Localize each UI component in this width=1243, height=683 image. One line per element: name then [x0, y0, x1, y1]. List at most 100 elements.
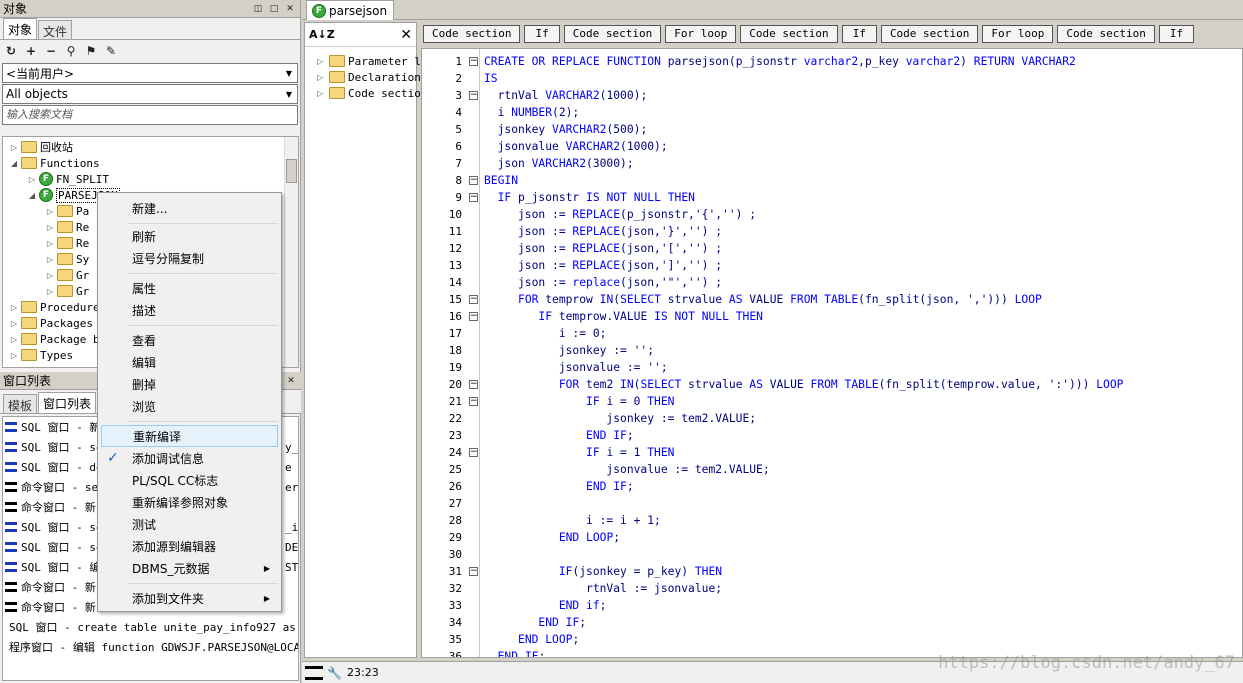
section-button[interactable]: Code section	[563, 25, 662, 43]
code-line[interactable]: IS	[484, 70, 498, 87]
menu-item[interactable]: 重新编译	[101, 425, 278, 447]
code-line[interactable]: CREATE OR REPLACE FUNCTION parsejson(p_j…	[484, 53, 1076, 70]
code-line[interactable]: rtnVal VARCHAR2(1000);	[484, 87, 648, 104]
tab-files[interactable]: 文件	[38, 20, 73, 39]
code-line[interactable]: END LOOP;	[484, 631, 579, 648]
fold-toggle-icon[interactable]: −	[469, 193, 478, 202]
expander-icon[interactable]: ▷	[9, 303, 19, 312]
menu-item[interactable]: 描述	[101, 299, 278, 321]
tree-node[interactable]: ▷ Gr	[45, 267, 89, 283]
pin-icon[interactable]: ◫	[252, 3, 264, 15]
expander-icon[interactable]: ▷	[317, 73, 327, 82]
expander-icon[interactable]: ◢	[9, 159, 19, 168]
user-select[interactable]: <当前用户> ▼	[2, 63, 298, 83]
close-icon[interactable]: ✕	[400, 27, 412, 43]
sort-az-icon[interactable]: A↓Z	[309, 28, 400, 41]
refresh-icon[interactable]: ↻	[4, 44, 18, 58]
expander-icon[interactable]: ▷	[45, 239, 55, 248]
remove-icon[interactable]: −	[44, 44, 58, 58]
tree-node[interactable]: ▷ F FN_SPLIT	[27, 171, 109, 187]
section-button[interactable]: If	[1158, 25, 1195, 43]
code-line[interactable]: END IF;	[484, 427, 634, 444]
expander-icon[interactable]: ▷	[9, 143, 19, 152]
code-line[interactable]: json := REPLACE(json,']','') ;	[484, 257, 722, 274]
menu-item[interactable]: ✓ 添加调试信息	[101, 447, 278, 469]
menu-item[interactable]: 查看	[101, 329, 278, 351]
fold-toggle-icon[interactable]: −	[469, 380, 478, 389]
code-line[interactable]: i := i + 1;	[484, 512, 661, 529]
tree-node[interactable]: ▷ Re	[45, 219, 89, 235]
tab-templates[interactable]: 模板	[3, 394, 38, 413]
tree-node[interactable]: ▷ Sy	[45, 251, 89, 267]
menu-item[interactable]: 编辑	[101, 351, 278, 373]
expander-icon[interactable]: ▷	[317, 89, 327, 98]
section-button[interactable]: If	[524, 25, 560, 43]
section-button[interactable]: Code section	[423, 25, 521, 43]
code-line[interactable]: BEGIN	[484, 172, 518, 189]
expander-icon[interactable]: ▷	[317, 57, 327, 66]
binoculars-icon[interactable]: ⚲	[64, 44, 78, 58]
fold-toggle-icon[interactable]: −	[469, 567, 478, 576]
tree-scrollbar[interactable]	[284, 137, 298, 367]
menu-item[interactable]: 添加到文件夹 ▶	[101, 587, 278, 609]
tree-node[interactable]: ▷ Types	[9, 347, 73, 363]
code-line[interactable]: json := REPLACE(json,'[','') ;	[484, 240, 722, 257]
code-line[interactable]: IF temprow.VALUE IS NOT NULL THEN	[484, 308, 763, 325]
menu-item[interactable]: 重新编译参照对象	[101, 491, 278, 513]
tree-node[interactable]: ▷ Packages	[9, 315, 93, 331]
menu-item[interactable]: 删掉	[101, 373, 278, 395]
expander-icon[interactable]: ▷	[45, 255, 55, 264]
code-line[interactable]: IF p_jsonstr IS NOT NULL THEN	[484, 189, 695, 206]
code-line[interactable]: jsonkey := tem2.VALUE;	[484, 410, 756, 427]
section-button[interactable]: If	[841, 25, 877, 43]
menu-item[interactable]: PL/SQL CC标志	[101, 469, 278, 491]
code-line[interactable]: END IF;	[484, 614, 586, 631]
code-editor[interactable]: 1 2 3 4 5 6 7 8 9 10 11 12 13 14 15 16 17 18 19 20 21 22 23 24 2…	[421, 48, 1243, 658]
expander-icon[interactable]: ▷	[9, 351, 19, 360]
wrench-icon[interactable]: 🔧	[327, 666, 342, 680]
section-button[interactable]: Code section	[740, 25, 838, 43]
outline-node[interactable]: ▷ Parameter l	[317, 53, 421, 69]
minimize-icon[interactable]: □	[268, 3, 280, 15]
menu-item[interactable]: DBMS_元数据 ▶	[101, 557, 278, 579]
fold-toggle-icon[interactable]: −	[469, 312, 478, 321]
code-line[interactable]: jsonvalue VARCHAR2(1000);	[484, 138, 668, 155]
code-line[interactable]: jsonvalue := '';	[484, 359, 668, 376]
fold-toggle-icon[interactable]: −	[469, 448, 478, 457]
menu-item[interactable]: 添加源到编辑器	[101, 535, 278, 557]
tree-node[interactable]: ▷ Gr	[45, 283, 89, 299]
code-line[interactable]: END IF;	[484, 478, 634, 495]
expander-icon[interactable]: ◢	[27, 191, 37, 200]
section-button[interactable]: Code section	[880, 25, 979, 43]
code-line[interactable]: FOR temprow IN(SELECT strvalue AS VALUE …	[484, 291, 1042, 308]
menu-item[interactable]: 刷新	[101, 225, 278, 247]
outline-node[interactable]: ▷ Code sectio	[317, 85, 421, 101]
tab-window-list[interactable]: 窗口列表	[38, 392, 97, 413]
code-line[interactable]: IF i = 0 THEN	[484, 393, 674, 410]
section-button[interactable]: For loop	[982, 25, 1054, 43]
tab-parsejson[interactable]: F parsejson	[306, 0, 394, 20]
code-line[interactable]: jsonkey := '';	[484, 342, 654, 359]
code-line[interactable]: END IF;	[484, 648, 546, 657]
code-line[interactable]: json := replace(json,'"','') ;	[484, 274, 722, 291]
tree-node[interactable]: ▷ Pa	[45, 203, 89, 219]
code-line[interactable]: FOR tem2 IN(SELECT strvalue AS VALUE FRO…	[484, 376, 1124, 393]
search-input[interactable]: 输入搜索文档	[2, 105, 298, 125]
tree-node[interactable]: ▷ Package b	[9, 331, 100, 347]
menu-item[interactable]: 属性	[101, 277, 278, 299]
code-line[interactable]: json := REPLACE(p_jsonstr,'{','') ;	[484, 206, 756, 223]
code-line[interactable]: i NUMBER(2);	[484, 104, 580, 121]
filter-icon[interactable]: ⚑	[84, 44, 98, 58]
expander-icon[interactable]: ▷	[45, 207, 55, 216]
fold-toggle-icon[interactable]: −	[469, 91, 478, 100]
tab-objects[interactable]: 对象	[3, 18, 38, 39]
section-button[interactable]: For loop	[665, 25, 737, 43]
window-list-item[interactable]: 程序窗口 - 编辑 function GDWSJF.PARSEJSON@LOCA…	[3, 637, 298, 657]
code-line[interactable]: i := 0;	[484, 325, 607, 342]
code-line[interactable]: json VARCHAR2(3000);	[484, 155, 634, 172]
object-filter-select[interactable]: All objects ▼	[2, 84, 298, 104]
code-line[interactable]: IF(jsonkey = p_key) THEN	[484, 563, 722, 580]
tree-node[interactable]: ▷ Re	[45, 235, 89, 251]
expander-icon[interactable]: ▷	[45, 271, 55, 280]
tree-node[interactable]: ◢ Functions	[9, 155, 100, 171]
